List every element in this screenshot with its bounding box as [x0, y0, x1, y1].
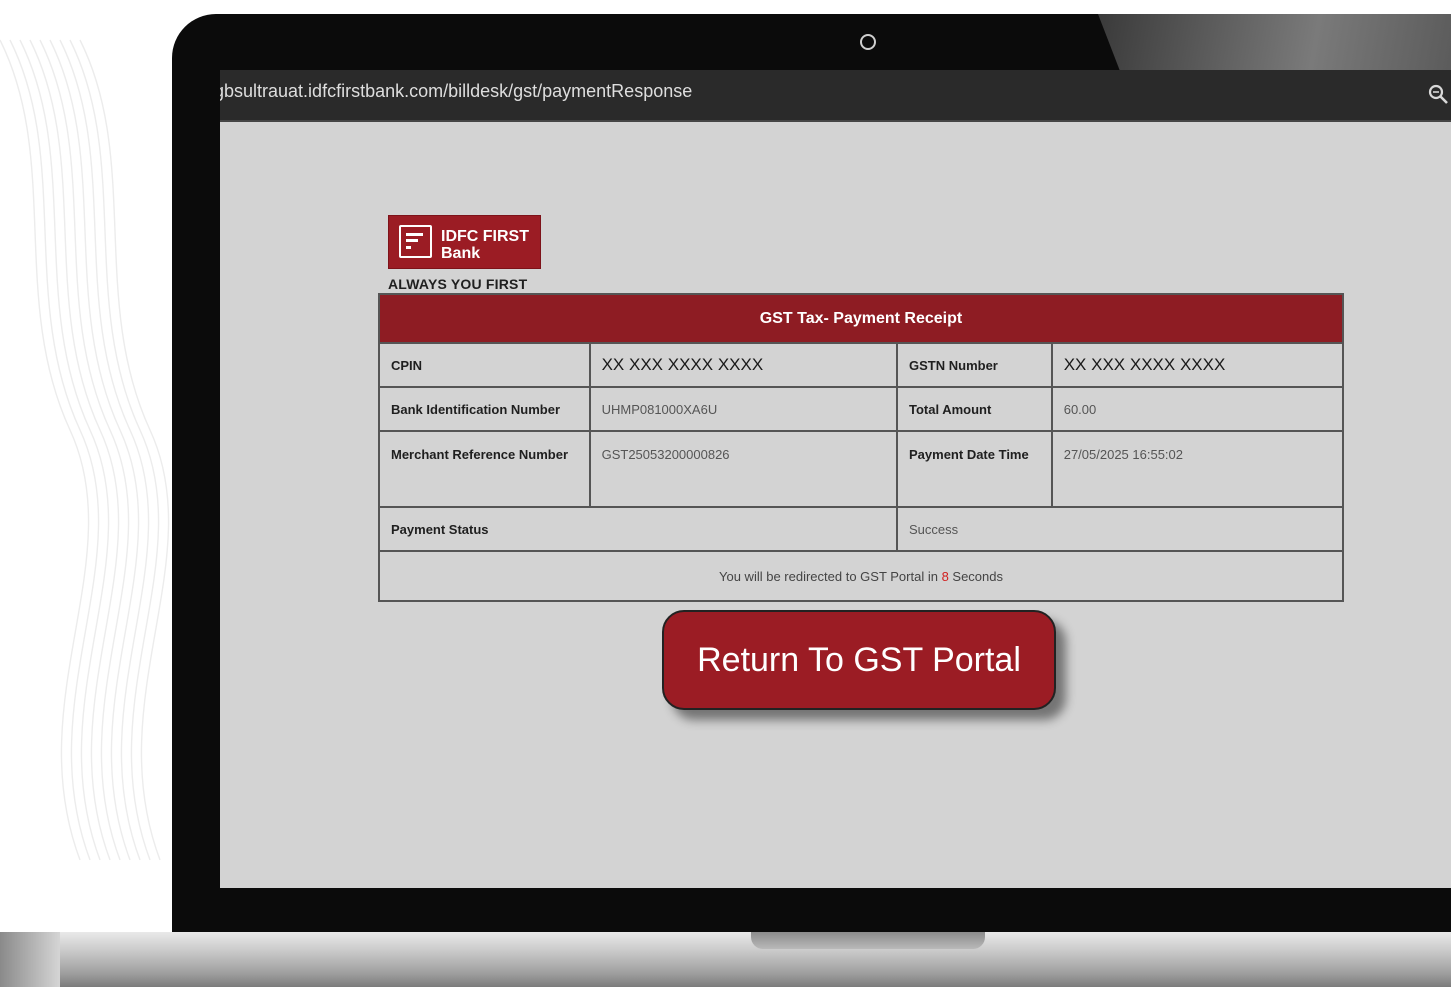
merchant-ref-value: GST25053200000826	[588, 430, 899, 508]
table-row: You will be redirected to GST Portal in …	[378, 550, 1344, 602]
payment-status-value: Success	[896, 506, 1344, 552]
table-row: Bank Identification Number UHMP081000XA6…	[378, 386, 1345, 432]
gstn-value: XX XXX XXXX XXXX	[1050, 342, 1345, 388]
logo-tagline: ALWAYS YOU FIRST	[388, 276, 528, 292]
bank-id-value: UHMP081000XA6U	[588, 386, 899, 432]
logo-wordmark: IDFC FIRST Bank	[441, 228, 529, 262]
logo-line-2: Bank	[441, 245, 481, 262]
payment-receipt-table: GST Tax- Payment Receipt CPIN XX XXX XXX…	[377, 293, 1345, 602]
laptop-base-edge	[0, 932, 60, 987]
payment-status-label: Payment Status	[377, 506, 899, 552]
bank-id-label: Bank Identification Number	[378, 386, 591, 432]
redirect-notice: You will be redirected to GST Portal in …	[378, 550, 1344, 602]
receipt-title: GST Tax- Payment Receipt	[378, 293, 1344, 344]
zoom-icon[interactable]	[1427, 83, 1449, 105]
address-bar[interactable]: gbsultrauat.idfcfirstbank.com/billdesk/g…	[220, 70, 1451, 122]
redirect-suffix: Seconds	[948, 568, 1003, 584]
idfc-first-bank-logo: IDFC FIRST Bank	[388, 215, 541, 269]
total-amount-value: 60.00	[1050, 386, 1345, 432]
redirect-countdown: 8	[941, 568, 949, 584]
laptop-base	[0, 932, 1451, 987]
gstn-label: GSTN Number	[896, 342, 1053, 388]
merchant-ref-label: Merchant Reference Number	[378, 430, 591, 508]
browser-screen: gbsultrauat.idfcfirstbank.com/billdesk/g…	[220, 70, 1451, 888]
cpin-label: CPIN	[378, 342, 591, 388]
bank-logo-icon	[399, 225, 432, 258]
payment-datetime-value: 27/05/2025 16:55:02	[1050, 430, 1345, 508]
return-to-gst-portal-button[interactable]: Return To GST Portal	[662, 610, 1056, 710]
table-row: Merchant Reference Number GST25053200000…	[378, 430, 1345, 508]
laptop-notch	[751, 932, 985, 949]
lid-glare	[1098, 14, 1451, 70]
cpin-value: XX XXX XXXX XXXX	[588, 342, 899, 388]
table-row: Payment Status Success	[377, 506, 1344, 552]
table-row: CPIN XX XXX XXXX XXXX GSTN Number XX XXX…	[378, 342, 1345, 388]
webcam	[860, 34, 876, 50]
payment-datetime-label: Payment Date Time	[896, 430, 1053, 508]
logo-line-1: IDFC FIRST	[441, 228, 529, 245]
total-amount-label: Total Amount	[896, 386, 1053, 432]
url-text[interactable]: gbsultrauat.idfcfirstbank.com/billdesk/g…	[220, 81, 692, 102]
redirect-prefix: You will be redirected to GST Portal in	[719, 568, 942, 584]
